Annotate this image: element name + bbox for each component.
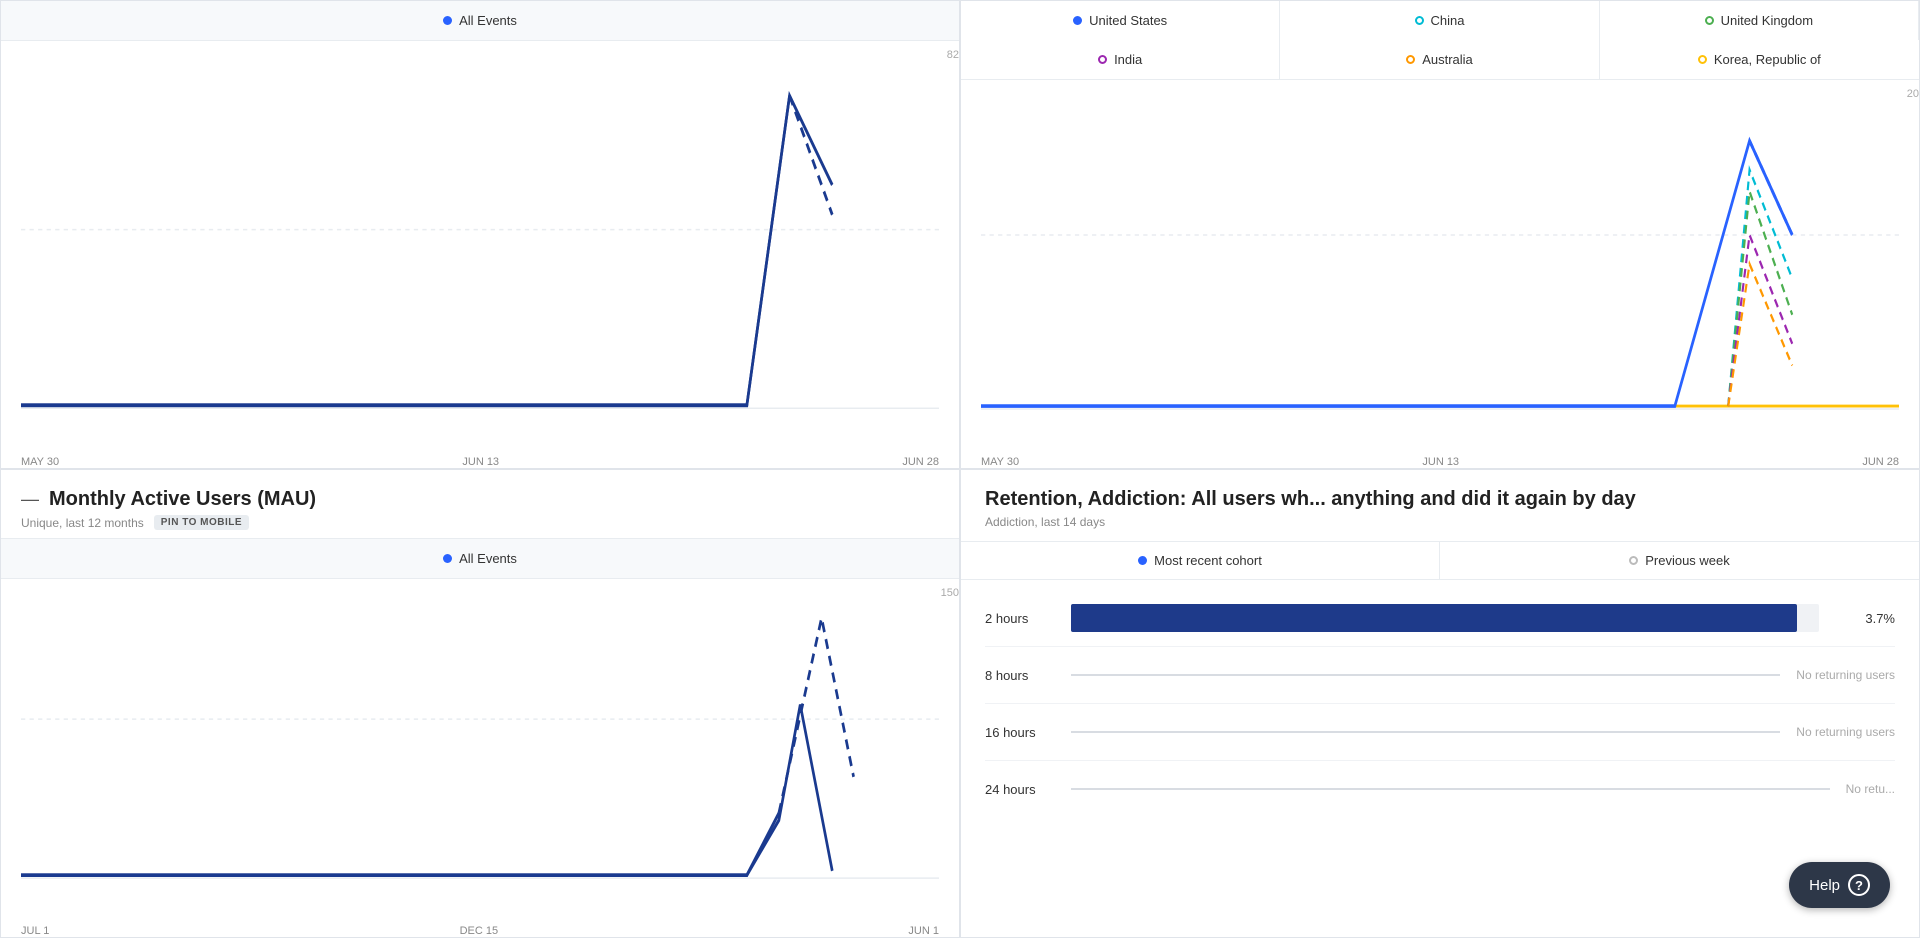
prev-week-label: Previous week	[1645, 553, 1730, 568]
mau-x-labels: JUL 1 DEC 15 JUN 1	[21, 925, 939, 937]
dot-uk	[1705, 16, 1714, 25]
legend-australia: Australia	[1280, 40, 1599, 79]
tr-x-label-jun13: JUN 13	[1422, 456, 1459, 468]
all-events-dot	[443, 16, 452, 25]
legend-india: India	[961, 40, 1280, 79]
no-users-16h: No returning users	[1796, 725, 1895, 739]
tab-most-recent[interactable]: Most recent cohort	[961, 542, 1440, 579]
dash-icon: —	[21, 489, 39, 510]
bar-line-16h	[1071, 731, 1780, 733]
bottom-right-panel: Retention, Addiction: All users wh... an…	[960, 469, 1920, 938]
bar-24h	[1071, 775, 1830, 803]
row-label-16h: 16 hours	[985, 725, 1055, 740]
mau-x-dec15: DEC 15	[460, 925, 499, 937]
bar-16h	[1071, 718, 1780, 746]
retention-title-section: Retention, Addiction: All users wh... an…	[961, 470, 1919, 537]
no-users-24h: No retu...	[1846, 782, 1895, 796]
bar-2h	[1071, 604, 1819, 632]
dot-us	[1073, 16, 1082, 25]
help-label: Help	[1809, 877, 1840, 894]
tr-x-label-may30: MAY 30	[981, 456, 1019, 468]
bar-line-8h	[1071, 674, 1780, 676]
mau-subtitle: Unique, last 12 months PIN TO MOBILE	[21, 515, 939, 530]
top-right-chart-area: 20 MAY 30 JUN 13 JUN	[961, 80, 1919, 468]
mau-events-dot	[443, 554, 452, 563]
top-left-chart-area: 82 MAY 30 JUN 13 JUN 28	[1, 41, 959, 468]
bottom-left-panel: — Monthly Active Users (MAU) Unique, las…	[0, 469, 960, 938]
row-label-2h: 2 hours	[985, 611, 1055, 626]
most-recent-dot	[1138, 556, 1147, 565]
legend-china: China	[1280, 1, 1599, 40]
row-value-2h: 3.7%	[1835, 611, 1895, 626]
dot-korea	[1698, 55, 1707, 64]
top-left-header: All Events	[1, 1, 959, 41]
x-label-jun13: JUN 13	[462, 456, 499, 468]
retention-title: Retention, Addiction: All users wh... an…	[985, 488, 1895, 511]
mau-title-section: — Monthly Active Users (MAU) Unique, las…	[1, 470, 959, 539]
mau-x-jun1: JUN 1	[908, 925, 939, 937]
top-right-y-max: 20	[1907, 88, 1919, 100]
bar-fill-2h	[1071, 604, 1797, 632]
dashboard: All Events 82 MAY 30 JUN 13 JUN 28	[0, 0, 1920, 938]
top-left-panel: All Events 82 MAY 30 JUN 13 JUN 28	[0, 0, 960, 469]
dot-australia	[1406, 55, 1415, 64]
top-left-x-labels: MAY 30 JUN 13 JUN 28	[21, 456, 939, 468]
retention-subtitle: Addiction, last 14 days	[985, 515, 1895, 529]
mau-title: — Monthly Active Users (MAU)	[21, 488, 939, 511]
bar-8h	[1071, 661, 1780, 689]
legend-uk: United Kingdom	[1600, 1, 1919, 40]
mau-all-events-header: All Events	[1, 539, 959, 579]
retention-row-16h: 16 hours No returning users	[985, 704, 1895, 761]
help-icon: ?	[1848, 874, 1870, 896]
label-australia: Australia	[1422, 52, 1473, 67]
retention-row-24h: 24 hours No retu...	[985, 761, 1895, 817]
top-right-svg	[981, 90, 1899, 438]
row-label-24h: 24 hours	[985, 782, 1055, 797]
mau-x-jul1: JUL 1	[21, 925, 49, 937]
row-label-8h: 8 hours	[985, 668, 1055, 683]
tr-x-label-jun28: JUN 28	[1862, 456, 1899, 468]
label-india: India	[1114, 52, 1142, 67]
label-korea: Korea, Republic of	[1714, 52, 1821, 67]
top-right-x-labels: MAY 30 JUN 13 JUN 28	[981, 456, 1899, 468]
x-label-may30: MAY 30	[21, 456, 59, 468]
most-recent-label: Most recent cohort	[1154, 553, 1262, 568]
prev-week-dot	[1629, 556, 1638, 565]
x-label-jun28: JUN 28	[902, 456, 939, 468]
retention-tabs: Most recent cohort Previous week	[961, 541, 1919, 580]
top-left-title: All Events	[459, 13, 517, 28]
top-left-svg	[21, 51, 939, 438]
mau-title-text: Monthly Active Users (MAU)	[49, 488, 316, 511]
pin-badge[interactable]: PIN TO MOBILE	[154, 515, 249, 530]
top-right-legend: United States China United Kingdom India…	[961, 1, 1919, 80]
mau-all-events-label: All Events	[459, 551, 517, 566]
label-uk: United Kingdom	[1721, 13, 1814, 28]
mau-y-max: 150	[941, 587, 959, 599]
mau-svg	[21, 589, 939, 907]
dot-india	[1098, 55, 1107, 64]
bar-line-24h	[1071, 788, 1830, 790]
mau-chart-area: 150 JUL 1 DEC 15 JUN 1	[1, 579, 959, 937]
top-left-y-max: 82	[947, 49, 959, 61]
tab-previous-week[interactable]: Previous week	[1440, 542, 1919, 579]
retention-row-2h: 2 hours 3.7%	[985, 590, 1895, 647]
legend-us: United States	[961, 1, 1280, 40]
retention-row-8h: 8 hours No returning users	[985, 647, 1895, 704]
no-users-8h: No returning users	[1796, 668, 1895, 682]
help-button[interactable]: Help ?	[1789, 862, 1890, 908]
mau-subtitle-text: Unique, last 12 months	[21, 516, 144, 530]
dot-china	[1415, 16, 1424, 25]
label-us: United States	[1089, 13, 1167, 28]
top-right-panel: United States China United Kingdom India…	[960, 0, 1920, 469]
legend-korea: Korea, Republic of	[1600, 40, 1919, 79]
label-china: China	[1431, 13, 1465, 28]
retention-rows: 2 hours 3.7% 8 hours No returning users …	[961, 580, 1919, 937]
